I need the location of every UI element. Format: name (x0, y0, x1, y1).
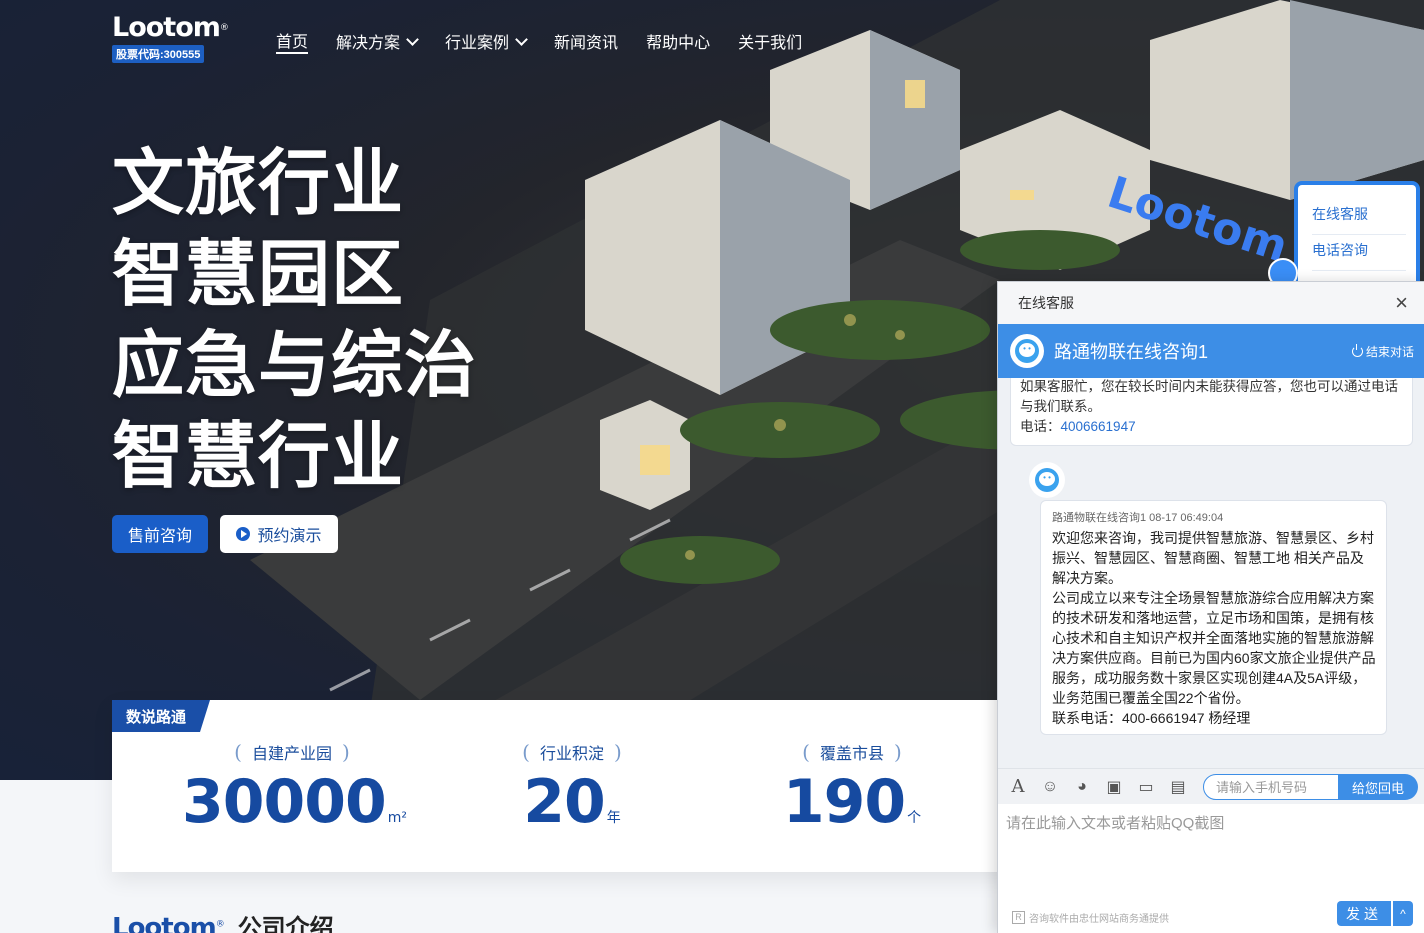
chat-titlebar: 在线客服 × (998, 282, 1424, 324)
message-text: 欢迎您来咨询，我司提供智慧旅游、智慧景区、乡村振兴、智慧园区、智慧商圈、智慧工地… (1052, 530, 1376, 726)
robot-icon (1035, 468, 1059, 492)
message-bubble: 路通物联在线咨询1 08-17 06:49:04 欢迎您来咨询，我司提供智慧旅游… (1040, 500, 1387, 735)
laurel-right-icon: ) (614, 740, 622, 764)
chevron-down-icon (406, 32, 419, 46)
nav-solutions[interactable]: 解决方案 (336, 30, 419, 52)
robot-icon (1015, 339, 1039, 363)
save-icon[interactable]: ▤ (1168, 777, 1188, 797)
company-intro-heading: Lootom® 公司介绍 (112, 908, 334, 933)
nav-home[interactable]: 首页 (276, 30, 309, 54)
chat-messages[interactable]: 如果客服忙，您在较长时间内未能获得应答，您也可以通过电话与我们联系。 电话：40… (998, 378, 1424, 768)
hero-line-4: 智慧行业 (112, 414, 405, 498)
nav-about[interactable]: 关于我们 (738, 30, 802, 52)
stat-value: 30000 (182, 767, 387, 837)
power-icon (1351, 343, 1363, 357)
chat-toolbar: A ☺ ◕ ▣ ▭ ▤ 给您回电 (998, 768, 1424, 804)
chat-window: 在线客服 × 路通物联在线咨询1 结束对话 如果客服忙，您在较长时间内未能获得应… (997, 281, 1424, 933)
stat-industrial-park: ( 自建产业园) 30000 m² (182, 740, 407, 854)
font-icon[interactable]: A (1008, 776, 1028, 797)
end-chat-label: 结束对话 (1365, 344, 1414, 359)
stat-value: 190 (782, 767, 906, 837)
agent-name: 路通物联在线咨询1 (1054, 342, 1209, 362)
nav-cases-label: 行业案例 (445, 35, 510, 52)
callback-button[interactable]: 给您回电 (1338, 774, 1418, 800)
hero-line-3: 应急与综治 (112, 323, 478, 407)
laurel-right-icon: ) (342, 740, 350, 764)
chat-footer: R 咨询软件由忠仕网站商务通提供 发送 ^ (998, 900, 1424, 933)
busy-notice: 如果客服忙，您在较长时间内未能获得应答，您也可以通过电话与我们联系。 电话：40… (1010, 378, 1413, 446)
hero-line-2: 智慧园区 (112, 232, 405, 316)
stat-unit: 个 (907, 810, 922, 826)
stat-unit: m² (387, 810, 407, 826)
play-icon (236, 527, 251, 541)
book-demo-button[interactable]: 预约演示 (220, 515, 338, 553)
presales-consult-button[interactable]: 售前咨询 (112, 515, 208, 553)
close-icon[interactable]: × (1395, 292, 1408, 314)
notice-tel-label: 电话： (1020, 419, 1061, 434)
stock-code-badge: 股票代码:300555 (112, 45, 205, 63)
stat-counties: ( 覆盖市县) 190 个 (752, 740, 952, 854)
agent-avatar (1010, 334, 1044, 368)
busy-notice-text: 如果客服忙，您在较长时间内未能获得应答，您也可以通过电话与我们联系。 (1020, 379, 1398, 414)
stat-label: 自建产业园 (251, 746, 332, 763)
laurel-left-icon: ( (234, 740, 242, 764)
laurel-left-icon: ( (802, 740, 810, 764)
chevron-down-icon (515, 32, 528, 46)
folder-icon[interactable]: ▭ (1136, 777, 1156, 797)
callback-phone-input[interactable] (1203, 774, 1339, 800)
site-logo[interactable]: Lootom® 股票代码:300555 (112, 14, 242, 63)
stat-years: ( 行业积淀) 20 年 (472, 740, 672, 854)
side-contact-float: 在线客服 电话咨询 400-6661947 (1294, 181, 1420, 291)
nav-help[interactable]: 帮助中心 (646, 30, 710, 52)
section-title: 公司介绍 (237, 915, 334, 933)
send-button[interactable]: 发送 (1337, 901, 1391, 926)
nav-about-label: 关于我们 (738, 35, 803, 52)
nav-help-label: 帮助中心 (646, 35, 711, 52)
hero-line-1: 文旅行业 (112, 141, 405, 225)
side-online-service-link[interactable]: 在线客服 (1312, 199, 1406, 235)
nav-news-label: 新闻资讯 (554, 35, 619, 52)
image-icon[interactable]: ▣ (1104, 777, 1124, 797)
chat-header: 路通物联在线咨询1 结束对话 (998, 324, 1424, 378)
registered-icon: R (1012, 910, 1025, 924)
stats-tag: 数说路通 (112, 700, 210, 732)
nav-news[interactable]: 新闻资讯 (554, 30, 618, 52)
theme-icon[interactable]: ◕ (1072, 777, 1092, 797)
provider-note: R 咨询软件由忠仕网站商务通提供 (1012, 910, 1169, 925)
stat-unit: 年 (606, 810, 621, 826)
side-phone-consult-link[interactable]: 电话咨询 (1312, 235, 1406, 271)
nav-cases[interactable]: 行业案例 (445, 30, 528, 52)
send-options-button[interactable]: ^ (1393, 901, 1413, 926)
chat-window-title: 在线客服 (1018, 295, 1074, 311)
hero-headline: 文旅行业 智慧园区 应急与综治 智慧行业 (112, 138, 477, 502)
message-input[interactable] (998, 804, 1424, 900)
nav-solutions-label: 解决方案 (336, 35, 401, 52)
logo-wordmark: Lootom® (112, 12, 229, 43)
message-meta: 路通物联在线咨询1 08-17 06:49:04 (1052, 512, 1224, 524)
nav-home-label: 首页 (276, 34, 309, 51)
laurel-right-icon: ) (894, 740, 902, 764)
stat-label: 行业积淀 (539, 746, 604, 763)
provider-note-text: 咨询软件由忠仕网站商务通提供 (1029, 913, 1169, 925)
end-chat-button[interactable]: 结束对话 (1351, 343, 1414, 360)
stat-label: 覆盖市县 (819, 746, 884, 763)
main-nav: 首页 解决方案 行业案例 新闻资讯 帮助中心 关于我们 (276, 30, 830, 54)
message-avatar (1029, 462, 1065, 498)
stat-value: 20 (523, 767, 605, 837)
stats-panel: 数说路通 ( 自建产业园) 30000 m² ( 行业积淀) 20 年 ( 覆盖市县) 1… (112, 700, 1112, 872)
emoji-icon[interactable]: ☺ (1040, 777, 1060, 797)
book-demo-label: 预约演示 (257, 528, 322, 545)
laurel-left-icon: ( (522, 740, 530, 764)
logo-wordmark: Lootom® (112, 913, 225, 933)
notice-tel-link[interactable]: 4006661947 (1061, 419, 1136, 434)
